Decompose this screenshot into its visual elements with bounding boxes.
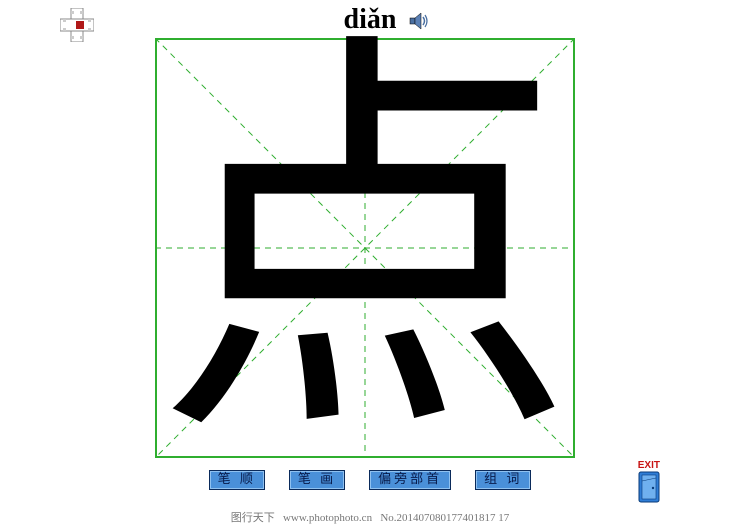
footer-site-name: 图行天下: [231, 512, 275, 524]
words-button[interactable]: 组 词: [475, 470, 531, 490]
exit-button[interactable]: EXIT: [638, 460, 660, 503]
radical-button[interactable]: 偏旁部首: [369, 470, 451, 490]
door-icon: [638, 471, 660, 503]
button-row: 笔 顺 笔 画 偏旁部首 组 词: [0, 470, 740, 490]
footer-url: www.photophoto.cn: [283, 512, 372, 524]
stroke-order-button[interactable]: 笔 顺: [209, 470, 265, 490]
button-label: 笔 顺: [218, 471, 256, 486]
character-glyph: 点: [155, 38, 575, 458]
exit-label: EXIT: [638, 460, 660, 471]
strokes-button[interactable]: 笔 画: [289, 470, 345, 490]
footer-watermark: 图行天下 www.photophoto.cn No.20140708017740…: [0, 509, 740, 525]
button-label: 偏旁部首: [378, 471, 442, 486]
button-label: 笔 画: [298, 471, 336, 486]
character-grid-box: 点: [155, 38, 575, 458]
footer-serial: No.201407080177401817 17: [380, 512, 509, 524]
button-label: 组 词: [484, 471, 522, 486]
